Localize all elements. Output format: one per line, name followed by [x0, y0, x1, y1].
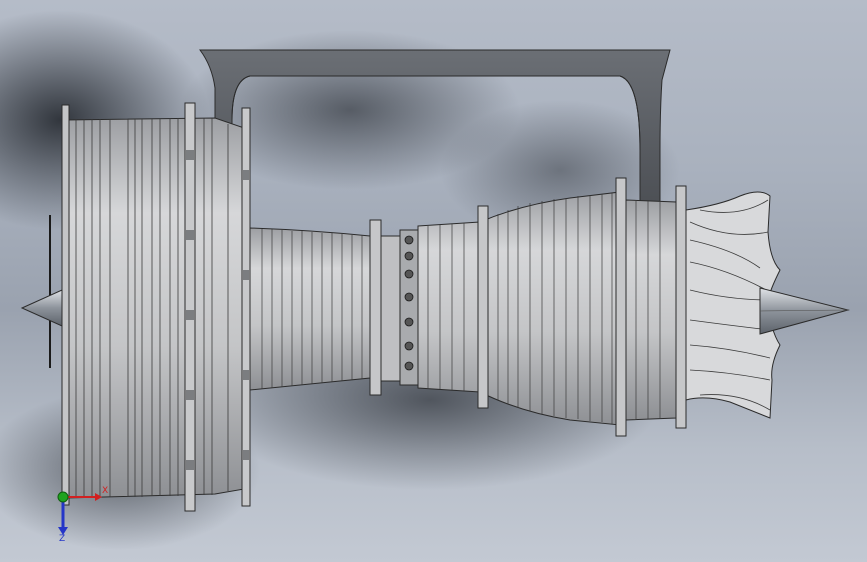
- triad-axes: [57, 491, 102, 535]
- triad-x-arrowhead: [95, 493, 102, 501]
- triad-y-origin-icon: [57, 491, 69, 503]
- triad-x-label: X: [102, 486, 109, 496]
- graphics-viewport[interactable]: X Z Y: [0, 0, 867, 562]
- triad-z-label: Z: [59, 534, 66, 544]
